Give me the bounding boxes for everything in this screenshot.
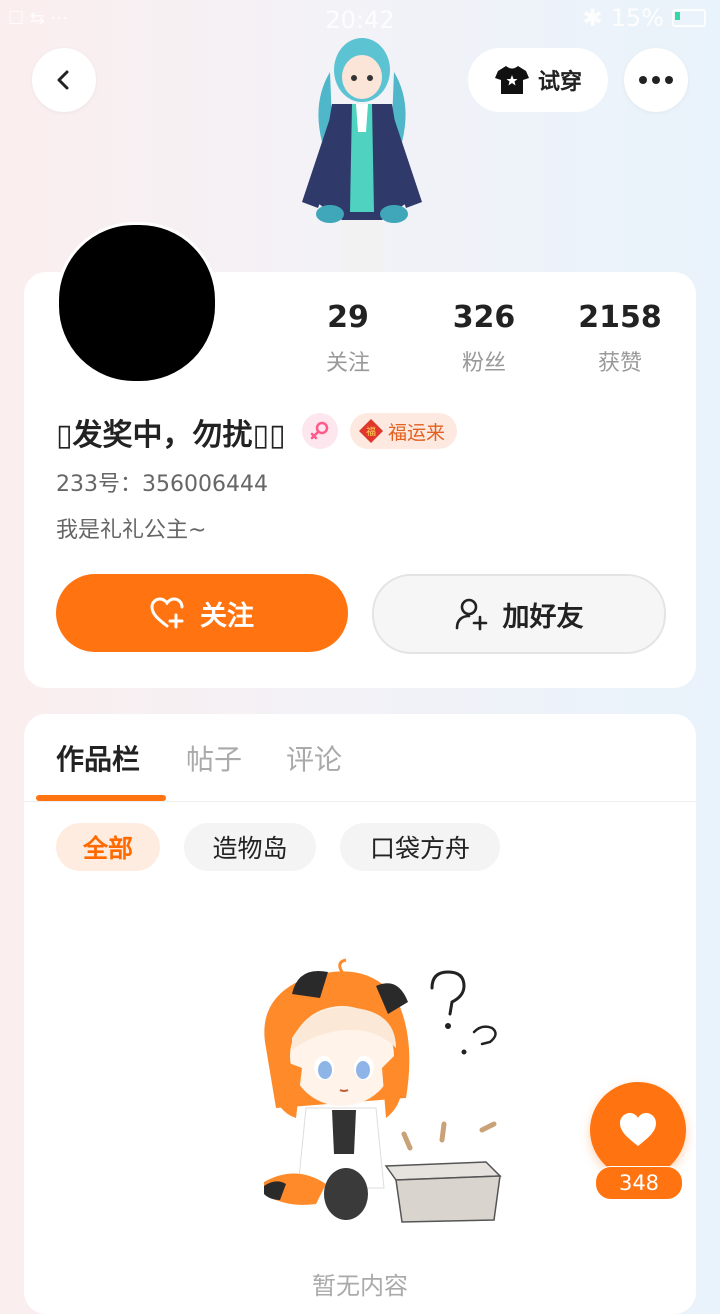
- stat-value: 326: [452, 300, 516, 335]
- chevron-left-icon: [57, 70, 69, 90]
- tab-works[interactable]: 作品栏: [56, 738, 140, 778]
- status-right: ✱ 15%: [583, 4, 706, 32]
- stat-value: 29: [327, 300, 369, 335]
- filter-creation-island[interactable]: 造物岛: [184, 823, 316, 871]
- stat-label: 关注: [325, 351, 370, 376]
- avatar[interactable]: [56, 222, 218, 384]
- try-on-label: 试穿: [537, 70, 582, 95]
- svg-text:福: 福: [366, 425, 376, 438]
- tab-comments[interactable]: 评论: [286, 738, 342, 778]
- stat-label: 获赞: [597, 351, 642, 376]
- like-button[interactable]: [590, 1082, 686, 1178]
- stat-following[interactable]: 29 关注: [288, 300, 408, 377]
- character-avatar-figure: [302, 38, 422, 272]
- fortune-badge[interactable]: 福 福运来: [350, 413, 458, 449]
- more-dots-icon: [639, 76, 673, 84]
- add-user-icon: [455, 598, 487, 631]
- female-gender-icon: [302, 413, 338, 449]
- fortune-diamond-icon: 福: [359, 419, 383, 443]
- stat-fans[interactable]: 326 粉丝: [424, 300, 544, 377]
- follow-label: 关注: [200, 600, 254, 632]
- heart-icon: [620, 1113, 656, 1146]
- user-id: 233号：356006444: [56, 472, 268, 497]
- stat-value: 2158: [578, 300, 662, 335]
- user-name: ▯发奖中，勿扰▯▯: [56, 418, 286, 453]
- tshirt-icon: [494, 66, 529, 94]
- tab-divider: [24, 801, 696, 802]
- empty-state-illustration: [264, 958, 502, 1223]
- filter-pocket-ark[interactable]: 口袋方舟: [340, 823, 500, 871]
- heart-plus-icon: [150, 597, 184, 629]
- battery-percent: 15%: [610, 4, 664, 32]
- battery-icon: [672, 9, 706, 27]
- fortune-label: 福运来: [388, 421, 446, 444]
- follow-button[interactable]: 关注: [56, 574, 348, 652]
- try-on-button[interactable]: 试穿: [468, 48, 608, 112]
- like-count: 348: [595, 1166, 683, 1200]
- wifi-icon: ✱: [582, 4, 603, 32]
- add-friend-button[interactable]: 加好友: [372, 574, 666, 654]
- add-friend-label: 加好友: [502, 601, 584, 633]
- more-button[interactable]: [624, 48, 688, 112]
- tab-posts[interactable]: 帖子: [186, 738, 242, 778]
- stat-likes[interactable]: 2158 获赞: [560, 300, 680, 377]
- filter-all[interactable]: 全部: [56, 823, 160, 871]
- user-bio: 我是礼礼公主~: [56, 518, 207, 543]
- empty-state-text: 暂无内容: [312, 1272, 408, 1300]
- back-button[interactable]: [32, 48, 96, 112]
- stat-label: 粉丝: [461, 351, 506, 376]
